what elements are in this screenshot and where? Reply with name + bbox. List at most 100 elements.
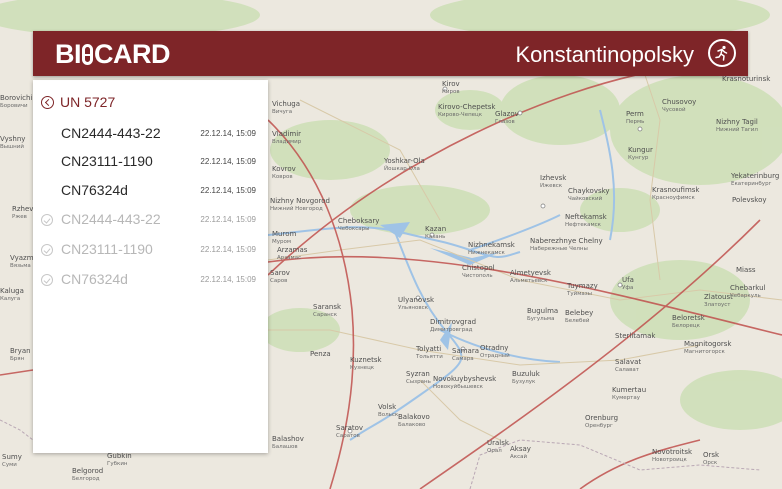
map-label: Nizhny Tagil Нижний Тагил	[716, 118, 758, 133]
map-label: Tuymazy Туймазы	[567, 282, 598, 297]
map-label: Yekaterinburg Екатеринбург	[731, 172, 780, 187]
map-label: Nizhnekamsk Нижнекамск	[468, 241, 515, 256]
map-label: Novotroitsk Новотроицк	[652, 448, 693, 463]
item-time: 22.12.14, 15:09	[200, 157, 256, 166]
map-label: Cheboksary Чебоксары	[338, 217, 380, 232]
map-label: Nizhny Novgorod Нижний Новгород	[270, 197, 330, 212]
shipment-panel: UN 5727 CN2444-443-22 22.12.14, 15:09 CN…	[33, 80, 268, 453]
map-label: Uralsk Орал	[487, 439, 509, 454]
brand-logo-right: CARD	[94, 39, 171, 69]
item-name: CN2444-443-22	[61, 211, 161, 227]
checkmark-icon	[41, 214, 53, 226]
list-item[interactable]: CN2444-443-22 22.12.14, 15:09	[33, 120, 268, 148]
map-label: Almetyevsk Альметьевск	[510, 269, 551, 284]
item-time: 22.12.14, 15:09	[200, 245, 256, 254]
map-label: Aksay Аксай	[510, 445, 531, 460]
map-label: Krasnoufimsk Красноуфимск	[652, 186, 700, 201]
item-time: 22.12.14, 15:09	[200, 215, 256, 224]
back-button[interactable]: UN 5727	[41, 93, 115, 111]
checkmark-icon	[41, 274, 53, 286]
map-label: Salavat Салават	[615, 358, 642, 373]
map-label: Kazan Казань	[425, 225, 447, 240]
map-label: Belebey Белебей	[565, 309, 594, 324]
map-label: Zlatoust Златоуст	[704, 293, 733, 308]
item-time: 22.12.14, 15:09	[200, 186, 256, 195]
item-name: CN2444-443-22	[61, 125, 161, 141]
map-label: Rzhev Ржев	[12, 205, 34, 220]
map-label: Buzuluk Бузулук	[512, 370, 540, 385]
map-label: Kirov Киров	[442, 80, 460, 95]
map-label: Belgorod Белгород	[72, 467, 104, 482]
map-label: Tolyatti Тольятти	[416, 345, 443, 360]
map-label: Kaluga Калуга	[0, 287, 24, 302]
item-name: CN23111-1190	[61, 153, 153, 169]
map-label: Neftekamsk Нефтекамск	[565, 213, 607, 228]
map-label: Vyshny Вышний	[0, 135, 26, 150]
checkmark-icon	[41, 244, 53, 256]
map-label: Chebarkul Чебаркуль	[730, 284, 766, 299]
map-label: Yoshkar-Ola Йошкар-Ола	[384, 157, 425, 172]
map-label: Magnitogorsk Магнитогорск	[684, 340, 732, 355]
panel-title: UN 5727	[60, 94, 116, 110]
map-label: Saransk Саранск	[313, 303, 342, 318]
list-item[interactable]: CN23111-1190 22.12.14, 15:09	[33, 148, 268, 176]
item-time: 22.12.14, 15:09	[200, 129, 256, 138]
map-label: Orsk Орск	[703, 451, 720, 466]
item-time: 22.12.14, 15:09	[200, 275, 256, 284]
map-label: Miass	[736, 266, 756, 274]
map-label: Beloretsk Белорецк	[672, 314, 705, 329]
map-label: Arzamas Арзамас	[277, 246, 308, 261]
list-item[interactable]: CN23111-1190 22.12.14, 15:09	[33, 236, 268, 264]
list-item[interactable]: CN2444-443-22 22.12.14, 15:09	[33, 206, 268, 234]
item-name: CN23111-1190	[61, 241, 153, 257]
map-label: Volsk Вольск	[378, 403, 399, 418]
map-label: Ufa Уфа	[622, 276, 634, 291]
map-label: Perm Пермь	[626, 110, 645, 125]
map-label: Kumertau Кумертау	[612, 386, 647, 401]
map-label: Samara Самара	[452, 347, 480, 362]
map-label: Dimitrovgrad Димитровград	[430, 318, 477, 333]
item-name: CN76324d	[61, 271, 128, 287]
map-label: Syzran Сызрань	[406, 370, 431, 385]
map-label: Chistopol Чистополь	[462, 264, 495, 279]
map-label: Novokuybyshevsk Новокуйбышевск	[433, 375, 497, 390]
map-label: Balakovo Балаково	[398, 413, 430, 428]
logout-button[interactable]	[708, 39, 736, 67]
list-item[interactable]: CN76324d 22.12.14, 15:09	[33, 177, 268, 205]
map-label: Bugulma Бугульма	[527, 307, 559, 322]
map-label: Chaykovsky Чайковский	[568, 187, 610, 202]
map-label: Izhevsk Ижевск	[540, 174, 567, 189]
map-label: Vladimir Владимир	[272, 130, 302, 145]
map-label: Krasnoturinsk	[722, 75, 771, 83]
map-label: Murom Муром	[272, 230, 297, 245]
map-label: Bryan Брян	[10, 347, 31, 362]
map-label: Balashov Балашов	[272, 435, 304, 450]
pill-icon	[82, 44, 93, 65]
map-label: Gubkin Губкин	[107, 452, 132, 467]
map-label: Kirovo-Chepetsk Кирово-Чепецк	[438, 103, 496, 118]
map-label: Kovrov Ковров	[272, 165, 296, 180]
map-label: Otradny Отрадный	[480, 344, 510, 359]
map-label: Sarov Саров	[270, 269, 290, 284]
map-label: Borovichi Боровичи	[0, 94, 33, 109]
item-name: CN76324d	[61, 182, 128, 198]
map-label: Polevskoy	[732, 196, 767, 204]
map-label: Vichuga Вичуга	[272, 100, 301, 115]
map-label: Naberezhnye Chelny Набережные Челны	[530, 237, 603, 252]
map-label: Glazov Глазов	[495, 110, 519, 125]
user-name: Konstantinopolsky	[515, 42, 694, 67]
list-item[interactable]: CN76324d 22.12.14, 15:09	[33, 266, 268, 294]
app-header: BI CARD Konstantinopolsky	[33, 31, 748, 76]
running-exit-icon	[715, 45, 728, 61]
map-label: Orenburg Оренбург	[585, 414, 619, 429]
map-label: Saratov Саратов	[336, 424, 364, 439]
map-label: Chusovoy Чусовой	[662, 98, 697, 113]
map-label: Ulyanovsk Ульяновск	[398, 296, 435, 311]
map-label: Penza	[310, 350, 331, 358]
back-arrow-icon	[41, 95, 54, 109]
brand-logo[interactable]: BI CARD	[55, 39, 171, 69]
map-label: Kuznetsk Кузнецк	[350, 356, 382, 371]
map-label: Sterlitamak	[615, 332, 656, 340]
map-label: Sumy Суми	[2, 453, 22, 468]
brand-logo-left: BI	[55, 39, 82, 69]
